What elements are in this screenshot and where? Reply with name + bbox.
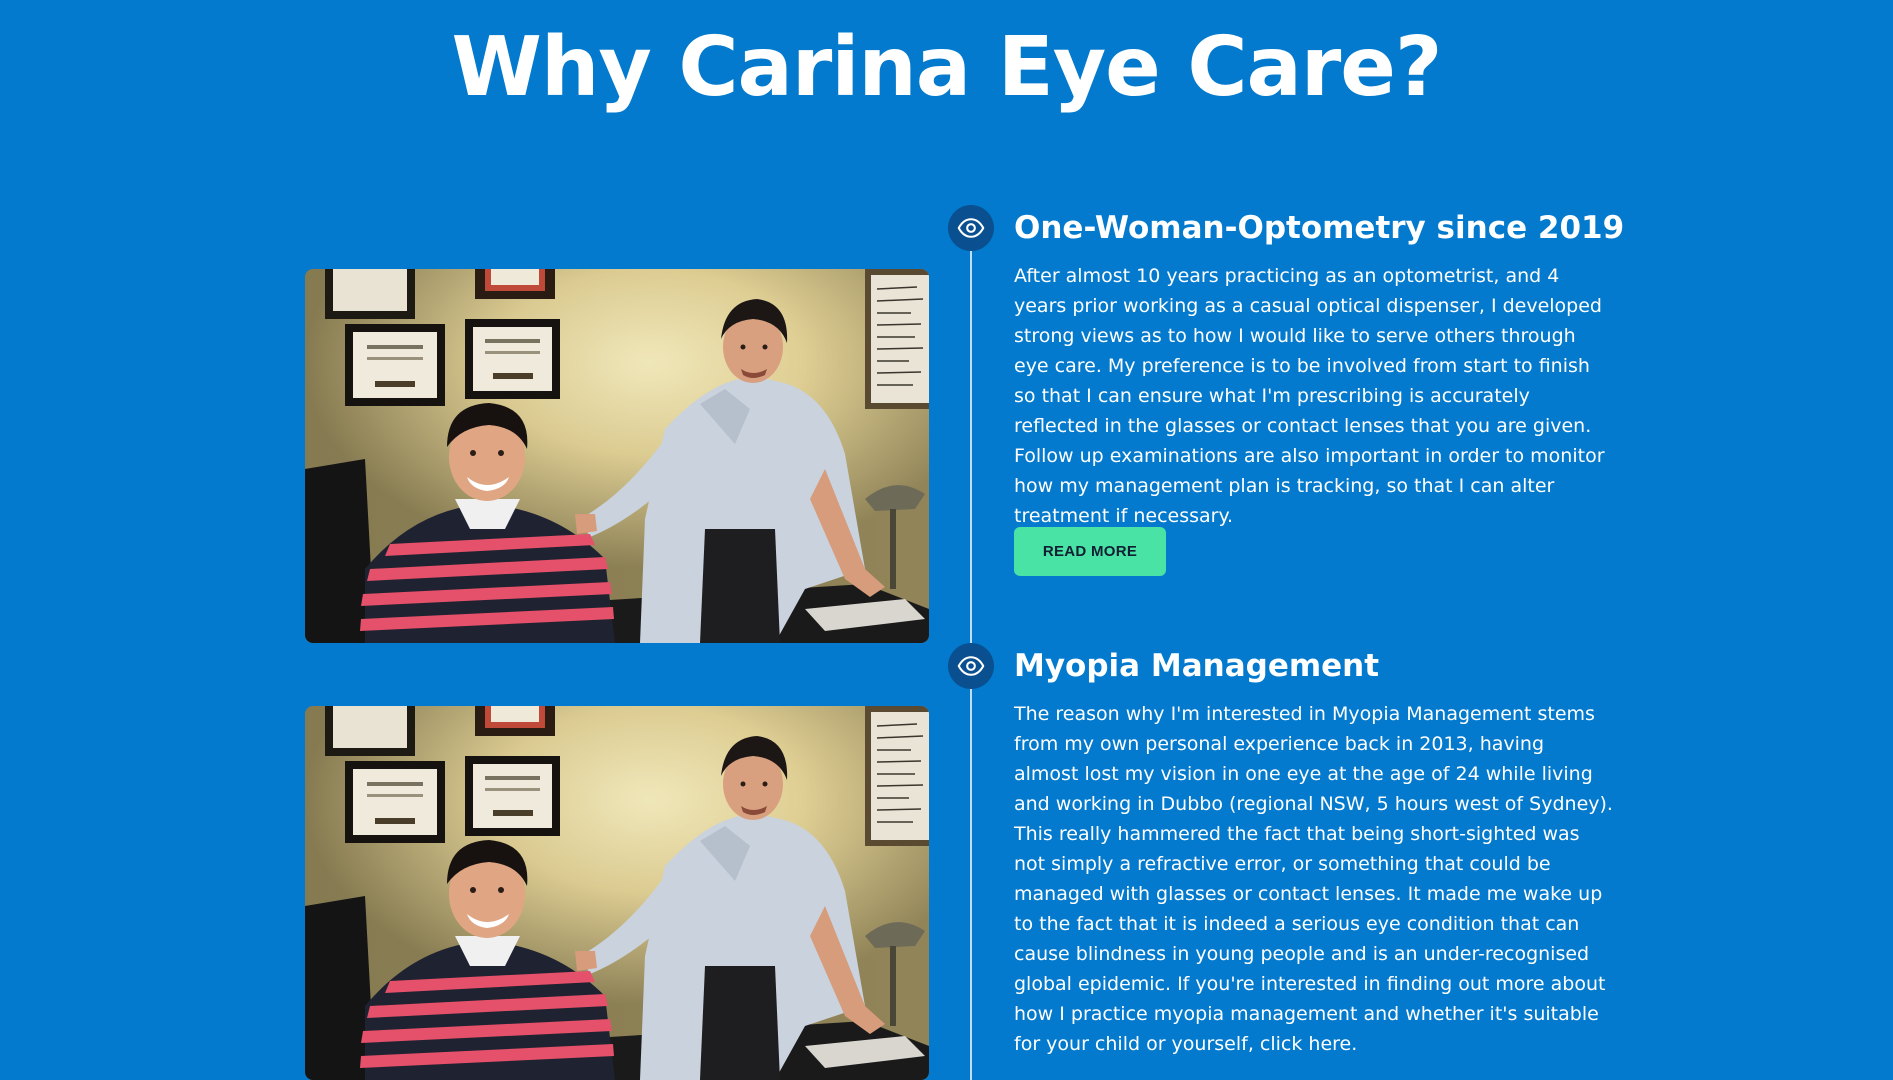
page-title: Why Carina Eye Care? [451, 20, 1443, 115]
timeline-marker [948, 205, 994, 251]
optometrists-photo [305, 269, 929, 643]
timeline-marker [948, 643, 994, 689]
eye-icon [957, 652, 985, 680]
item-title: Myopia Management [1014, 648, 1380, 684]
item-title: One-Woman-Optometry since 2019 [1014, 210, 1625, 246]
optometrists-photo [305, 706, 929, 1080]
read-more-button[interactable]: READ MORE [1014, 527, 1166, 576]
item-description: After almost 10 years practicing as an o… [1014, 265, 1605, 527]
eye-icon [957, 214, 985, 242]
item-description: The reason why I'm interested in Myopia … [1014, 703, 1613, 1055]
